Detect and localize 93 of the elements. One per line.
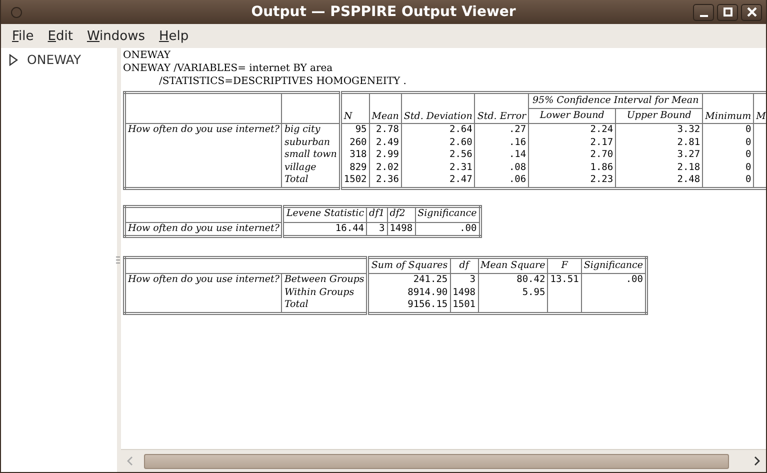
column-header: df2 — [387, 206, 416, 222]
row-header: big city — [282, 124, 340, 136]
column-header: N — [340, 92, 370, 124]
table-cell: .27 — [474, 124, 529, 136]
table-cell: 8914.90 — [368, 286, 450, 299]
syntax-line: ONEWAY /VARIABLES= internet BY area — [123, 62, 334, 75]
syntax-line: /STATISTICS=DESCRIPTIVES HOMOGENEITY . — [158, 75, 408, 88]
close-icon — [746, 7, 756, 17]
column-header: Mean — [369, 92, 402, 124]
maximize-button[interactable] — [717, 4, 738, 20]
table-cell: 2.64 — [401, 124, 475, 136]
expander-icon[interactable] — [9, 54, 18, 66]
table-cell: 2.99 — [369, 149, 402, 162]
table-cell: 2.23 — [528, 174, 616, 188]
table-cell: 241.25 — [368, 274, 450, 286]
table-cell: .00 — [581, 274, 646, 286]
table-cell: 13.51 — [548, 274, 582, 286]
table-cell: 1498 — [450, 286, 478, 299]
table-cell: .08 — [474, 162, 529, 174]
table-cell: 3.27 — [616, 149, 703, 162]
table-cell: 2.31 — [401, 162, 475, 174]
table-cell: 2.36 — [369, 174, 402, 188]
table-cell: 2.17 — [528, 136, 616, 149]
table-cell: 2.47 — [401, 174, 475, 188]
row-header: Total — [282, 174, 340, 188]
table-cell: 2.24 — [528, 124, 616, 136]
table-cell: 2.81 — [616, 136, 703, 149]
table-cell: 0 — [702, 162, 754, 174]
row-header: Within Groups — [282, 286, 368, 299]
maximize-icon — [722, 7, 732, 17]
table-cell: 0 — [702, 149, 754, 162]
column-header: F — [548, 258, 582, 274]
table-cell: 0 — [702, 174, 754, 188]
outline-item[interactable]: ONEWAY — [27, 52, 81, 67]
row-header: suburban — [282, 136, 340, 149]
minimize-button[interactable] — [693, 4, 714, 20]
menu-item[interactable]: Help — [152, 28, 196, 44]
column-header: df — [450, 258, 478, 274]
row-header: Between Groups — [282, 274, 368, 286]
table-cell: 318 — [340, 149, 370, 162]
minimize-icon — [700, 15, 708, 17]
row-header: Total — [282, 299, 368, 313]
column-header: Mean Square — [478, 258, 548, 274]
table-cell: .16 — [474, 136, 529, 149]
table-cell: 5.95 — [478, 286, 548, 299]
column-header: Levene Statistic — [282, 206, 367, 222]
column-header: Sum of Squares — [368, 258, 450, 274]
table-cell: 1.86 — [528, 162, 616, 174]
table-cell: .14 — [474, 149, 529, 162]
row-header: village — [282, 162, 340, 174]
syntax-line: ONEWAY — [123, 49, 172, 62]
table-cell: 2.02 — [369, 162, 402, 174]
column-header: 95% Confidence Interval for Mean — [528, 92, 703, 108]
table-cell: 2.49 — [369, 136, 402, 149]
table-cell: 9156.15 — [368, 299, 450, 313]
column-header: Minimum — [702, 92, 754, 124]
column-header: Significance — [415, 206, 480, 222]
window-title: Output — PSPPIRE Output Viewer — [251, 4, 516, 20]
table-cell: 2.60 — [401, 136, 475, 149]
table-cell: 2.70 — [528, 149, 616, 162]
row-header: How often do you use internet? — [124, 274, 282, 313]
table-cell: 3.32 — [616, 124, 703, 136]
table-cell: 0 — [702, 136, 754, 149]
table-cell: 1502 — [340, 174, 370, 188]
horizontal-scrollbar[interactable] — [121, 449, 766, 472]
column-header: Lower Bound — [528, 108, 616, 124]
menu-item[interactable]: Windows — [80, 28, 152, 44]
menu-item[interactable]: Edit — [40, 28, 80, 44]
column-header: Std. Deviation — [401, 92, 475, 124]
close-button[interactable] — [741, 4, 762, 20]
table-cell: 80.42 — [478, 274, 548, 286]
table-cell: 95 — [340, 124, 370, 136]
row-header: How often do you use internet? — [124, 222, 283, 236]
column-header: Upper Bound — [616, 108, 703, 124]
column-header: Std. Error — [474, 92, 529, 124]
menu-item[interactable]: File — [5, 28, 41, 44]
table-cell: 3 — [450, 274, 478, 286]
table-cell: 2.48 — [616, 174, 703, 188]
table-cell: 260 — [340, 136, 370, 149]
table-cell: 1501 — [450, 299, 478, 313]
table-cell: .06 — [474, 174, 529, 188]
row-header: How often do you use internet? — [124, 124, 282, 188]
scroll-thumb[interactable] — [144, 454, 729, 469]
table-cell: 2.78 — [369, 124, 402, 136]
table-cell: 2.56 — [401, 149, 475, 162]
table-cell: 2.18 — [616, 162, 703, 174]
table-cell: 0 — [702, 124, 754, 136]
row-header: small town — [282, 149, 340, 162]
column-header: Significance — [581, 258, 646, 274]
column-header: df1 — [366, 206, 388, 222]
table-cell: 829 — [340, 162, 370, 174]
pane-handle-icon[interactable] — [116, 256, 120, 264]
scroll-right-icon[interactable] — [753, 456, 761, 466]
